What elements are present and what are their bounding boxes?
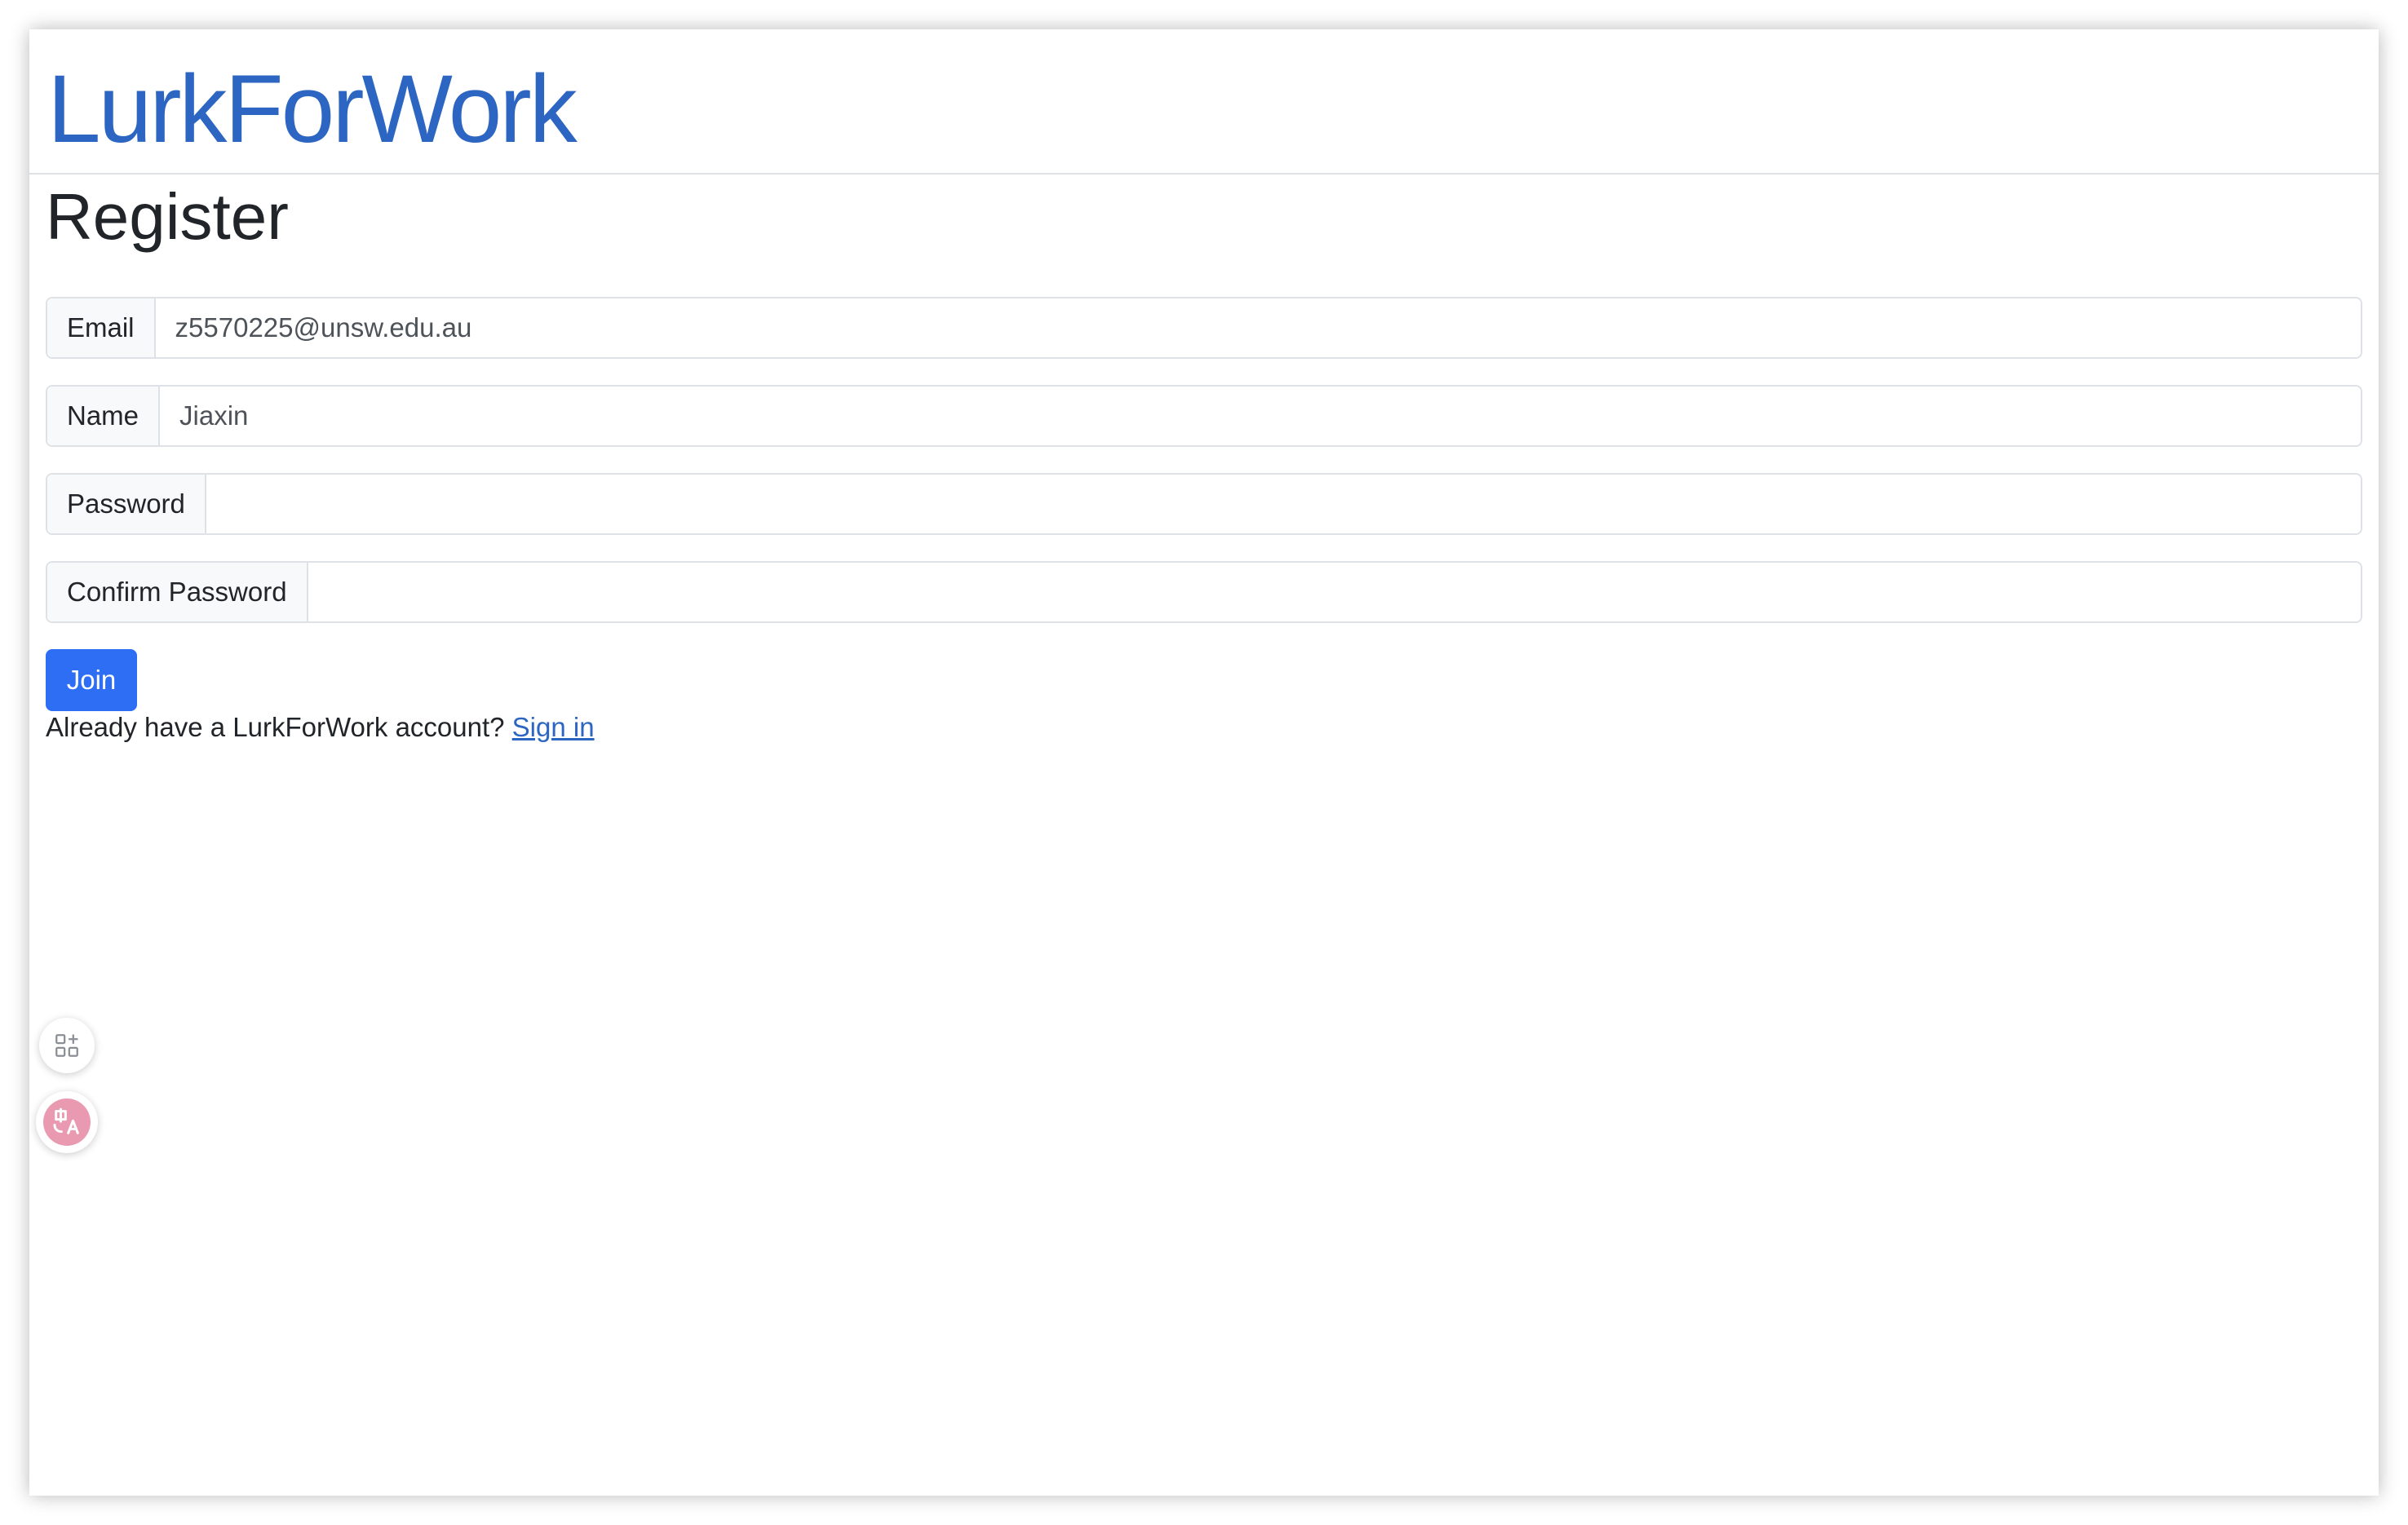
translate-float-button[interactable] xyxy=(36,1091,98,1153)
confirm-password-label: Confirm Password xyxy=(47,563,308,621)
signin-prompt: Already have a LurkForWork account? Sign… xyxy=(46,711,595,744)
translate-icon xyxy=(43,1098,91,1146)
register-section: Register Email Name Password Confirm Pas… xyxy=(29,175,2379,1496)
email-input-group: Email xyxy=(46,297,2362,359)
name-field[interactable] xyxy=(160,387,2361,445)
email-label: Email xyxy=(47,298,156,357)
name-label: Name xyxy=(47,387,161,445)
email-field[interactable] xyxy=(155,298,2361,357)
confirm-password-input-group: Confirm Password xyxy=(46,561,2362,623)
password-input-group: Password xyxy=(46,473,2362,535)
page-title: Register xyxy=(46,180,289,253)
browser-page: LurkForWork Register Email Name Password… xyxy=(29,29,2379,1496)
signin-link[interactable]: Sign in xyxy=(512,712,595,742)
brand-logo[interactable]: LurkForWork xyxy=(47,56,578,163)
password-label: Password xyxy=(47,475,206,533)
signin-prompt-text: Already have a LurkForWork account? xyxy=(46,712,505,742)
name-input-group: Name xyxy=(46,385,2362,447)
password-field[interactable] xyxy=(206,475,2361,533)
confirm-password-field[interactable] xyxy=(308,563,2361,621)
apps-add-icon xyxy=(55,1034,78,1057)
tools-float-button[interactable] xyxy=(39,1018,95,1073)
join-button[interactable]: Join xyxy=(46,649,137,711)
site-header: LurkForWork xyxy=(29,29,2379,175)
